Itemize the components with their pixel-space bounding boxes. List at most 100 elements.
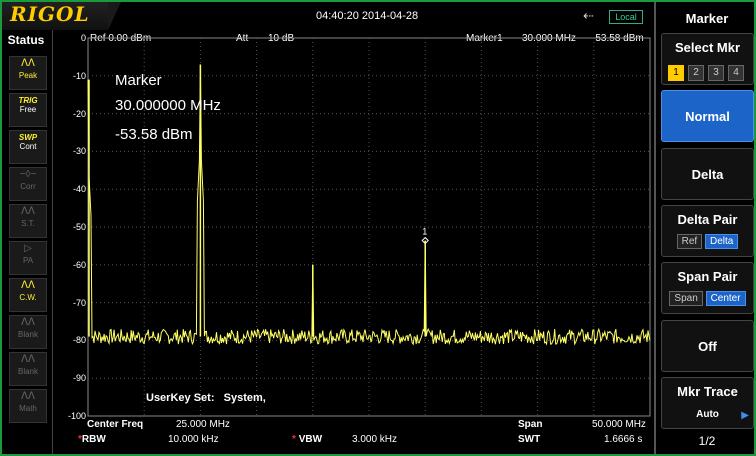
cw-icon: ᐱᐱ: [21, 280, 35, 291]
mkr-trace-label: Mkr Trace: [677, 384, 738, 399]
status-item-label: Corr: [20, 182, 36, 191]
marker-overlay-amp: -53.58 dBm: [115, 126, 193, 143]
blank-icon: ᐱᐱ: [21, 354, 35, 365]
vbw-star: *: [292, 434, 296, 445]
marker-overlay-freq: 30.000000 MHz: [115, 97, 221, 114]
status-item-label: S.T.: [21, 219, 35, 228]
status-item-st[interactable]: ᐱᐱ S.T.: [9, 204, 47, 238]
mkr-number-group: 1234: [668, 62, 748, 81]
vbw-value: 3.000 kHz: [352, 434, 398, 445]
status-item-swp[interactable]: SWP Cont: [9, 130, 47, 164]
y-tick-label: -40: [72, 184, 86, 195]
vbw: * VBW: [292, 434, 322, 445]
rbw-label: RBW: [81, 434, 106, 445]
y-tick-label: -80: [72, 335, 86, 346]
rigol-logo: RIGOL: [0, 0, 122, 30]
st-icon: ᐱᐱ: [21, 206, 35, 217]
spectrum-plot[interactable]: Ref 0.00 dBm Att 10 dB Marker1 30.000 MH…: [52, 30, 654, 456]
status-item-blank[interactable]: ᐱᐱ Blank: [9, 315, 47, 349]
delta-label: Delta: [691, 167, 724, 182]
mkr-2[interactable]: 2: [688, 65, 704, 81]
y-tick-label: -50: [72, 222, 86, 232]
status-item-peak[interactable]: ᐱᐱ Peak: [9, 56, 47, 90]
datetime: 04:40:20 2014-04-28: [316, 10, 419, 22]
span-pair-label: Span Pair: [677, 269, 738, 284]
status-title: Status: [7, 33, 45, 47]
mkr-trace-value: Auto: [696, 409, 719, 420]
span-label: Span: [518, 419, 543, 430]
header-bar: RIGOL 04:40:20 2014-04-28 ⇠ Local: [0, 0, 654, 30]
analyzer-screen: RIGOL 04:40:20 2014-04-28 ⇠ Local Status…: [0, 0, 756, 456]
status-item-trig[interactable]: TRIG Free: [9, 93, 47, 127]
y-tick-label: -20: [72, 108, 86, 119]
status-item-label: Blank: [17, 367, 38, 376]
vbw-label: VBW: [298, 434, 323, 445]
corr-icon: ~◊~: [19, 169, 37, 180]
off-button[interactable]: Off: [661, 320, 754, 372]
mkr-1[interactable]: 1: [668, 65, 684, 81]
menu-title: Marker: [685, 11, 729, 26]
status-item-label: Blank: [17, 330, 38, 339]
spectrum-chart: 1: [87, 37, 651, 417]
arrow-right-icon: ▶: [741, 410, 749, 421]
delta-pair-options: Ref Delta: [665, 234, 750, 249]
status-item-label: SWP: [18, 133, 38, 142]
usb-icon: ⇠: [583, 8, 594, 23]
y-tick-label: -100: [67, 411, 86, 421]
status-item-label: PA: [22, 256, 34, 265]
delta-pair-delta[interactable]: Delta: [704, 234, 739, 249]
status-item-corr[interactable]: ~◊~ Corr: [9, 167, 47, 201]
blank-icon: ᐱᐱ: [21, 317, 35, 328]
menu-page[interactable]: 1/2: [656, 434, 756, 448]
status-item-sub: Free: [19, 105, 37, 114]
status-item-math[interactable]: ᐱᐱ Math: [9, 389, 47, 423]
rbw: *RBW: [78, 434, 106, 445]
span-pair-span[interactable]: Span: [669, 291, 703, 306]
status-item-blank[interactable]: ᐱᐱ Blank: [9, 352, 47, 386]
status-item-label: C.W.: [19, 293, 37, 302]
userkey-label: UserKey Set: System,: [146, 392, 266, 404]
status-item-label: TRIG: [18, 96, 38, 105]
status-item-pa[interactable]: ▷ PA: [9, 241, 47, 275]
span-pair-button[interactable]: Span Pair Span Center: [661, 262, 754, 314]
swt-value: 1.6666 s: [604, 434, 643, 445]
status-item-label: Math: [19, 404, 37, 413]
center-freq-value: 25.000 MHz: [176, 419, 230, 430]
softkey-menu: Marker Select Mkr 1234 Normal Delta Delt…: [654, 0, 756, 456]
delta-button[interactable]: Delta: [661, 148, 754, 200]
span-pair-center[interactable]: Center: [705, 291, 746, 306]
brand-text: RIGOL: [10, 2, 90, 26]
normal-button[interactable]: Normal: [661, 90, 754, 142]
swt-label: SWT: [518, 434, 541, 445]
pa-icon: ▷: [24, 243, 32, 254]
userkey-set-value: System,: [223, 392, 266, 404]
local-badge[interactable]: Local: [609, 10, 643, 24]
delta-pair-ref[interactable]: Ref: [676, 234, 703, 249]
center-freq-label: Center Freq: [87, 419, 144, 430]
marker-overlay-title: Marker: [115, 72, 162, 89]
mkr-trace-button[interactable]: Mkr Trace Auto ▶: [661, 377, 754, 429]
marker-tag: 1: [422, 227, 427, 237]
y-tick-label: -70: [72, 297, 86, 308]
status-item-label: Peak: [18, 71, 38, 80]
span-value: 50.000 MHz: [592, 419, 646, 430]
off-label: Off: [698, 339, 717, 354]
status-panel: Status ᐱᐱ Peak TRIG Free SWP Cont ~◊~ Corr ᐱᐱ S.T…: [0, 30, 53, 456]
y-tick-label: -30: [72, 146, 86, 157]
userkey-set-label: UserKey Set:: [146, 392, 215, 404]
rbw-value: 10.000 kHz: [168, 434, 219, 445]
y-tick-label: -90: [72, 373, 86, 384]
select-mkr-button[interactable]: Select Mkr 1234: [661, 33, 754, 85]
status-item-cw[interactable]: ᐱᐱ C.W.: [9, 278, 47, 312]
y-tick-label: -10: [72, 70, 86, 81]
delta-pair-button[interactable]: Delta Pair Ref Delta: [661, 205, 754, 257]
normal-label: Normal: [685, 109, 730, 124]
mkr-4[interactable]: 4: [728, 65, 744, 81]
peak-icon: ᐱᐱ: [21, 58, 35, 69]
span-pair-options: Span Center: [665, 291, 750, 306]
mkr-3[interactable]: 3: [708, 65, 724, 81]
status-item-sub: Cont: [19, 142, 37, 151]
y-tick-label: 0: [80, 33, 86, 43]
y-tick-label: -60: [72, 259, 86, 270]
select-mkr-label: Select Mkr: [674, 40, 741, 55]
